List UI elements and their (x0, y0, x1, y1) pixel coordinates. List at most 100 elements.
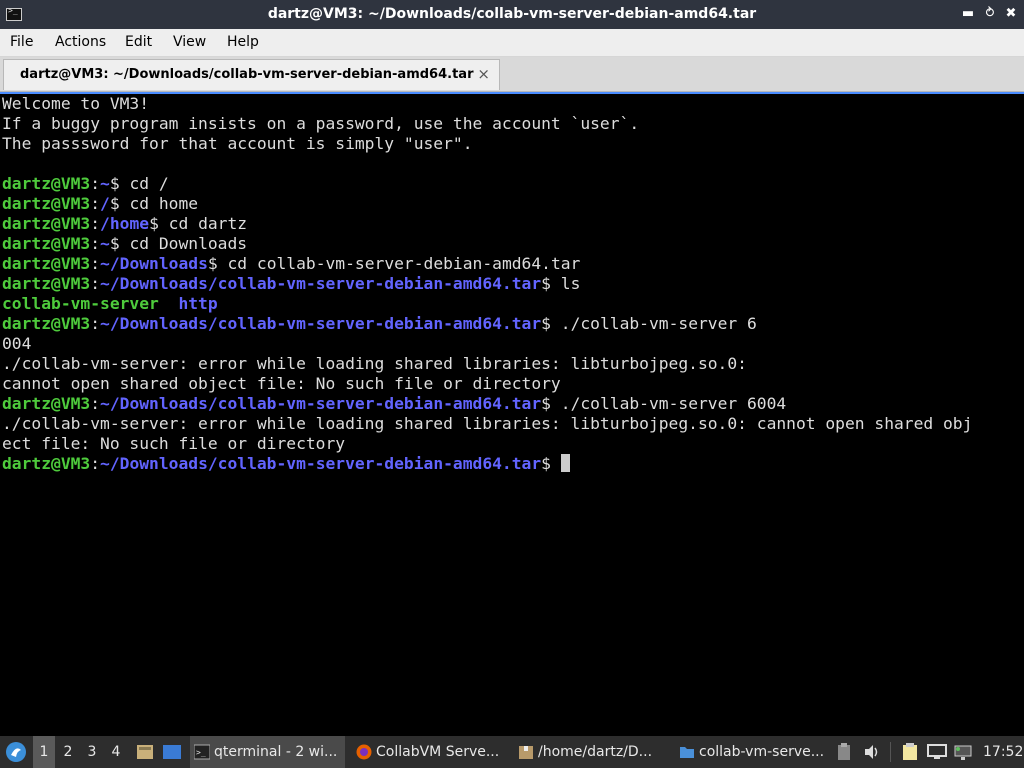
terminal-text-segment: : (90, 234, 101, 253)
terminal-line: dartz@VM3:/$ cd home (2, 194, 1024, 214)
tray-notes[interactable] (899, 736, 921, 768)
terminal-text-segment: : (90, 194, 101, 213)
desktop-2[interactable]: 2 (57, 736, 79, 768)
tray-volume[interactable] (862, 736, 882, 768)
terminal-line: collab-vm-server http (2, 294, 1024, 314)
terminal-text-segment: If a buggy program insists on a password… (2, 114, 640, 133)
task-label: CollabVM Serve... (376, 744, 500, 760)
terminal-line: The passsword for that account is simply… (2, 134, 1024, 154)
terminal-text-segment: $ cd collab-vm-server-debian-amd64.tar (207, 254, 581, 273)
prompt-user: dartz@VM3 (2, 214, 91, 233)
terminal-text-segment: : (90, 174, 101, 193)
menu-help[interactable]: Help (227, 34, 259, 50)
clock[interactable]: 17:52 (983, 736, 1023, 768)
terminal-cursor (560, 454, 570, 472)
prompt-path: / (100, 194, 110, 213)
menu-file[interactable]: File (10, 34, 33, 50)
terminal-text-segment: ./collab-vm-server: error while loading … (2, 414, 973, 433)
task-firefox[interactable]: CollabVM Serve... (352, 736, 507, 768)
terminal-output[interactable]: Welcome to VM3! If a buggy program insist… (0, 92, 1024, 734)
tray-clipboard[interactable] (836, 736, 852, 768)
terminal-text-segment: 004 (2, 334, 32, 353)
tab-label: dartz@VM3: ~/Downloads/collab-vm-server-… (20, 67, 474, 82)
prompt-user: dartz@VM3 (2, 194, 91, 213)
terminal-text-segment: $ (541, 454, 561, 473)
terminal-line: dartz@VM3:/home$ cd dartz (2, 214, 1024, 234)
show-desktop-button[interactable] (134, 736, 156, 768)
desktop-4[interactable]: 4 (105, 736, 127, 768)
menu-edit[interactable]: Edit (125, 34, 152, 50)
prompt-user: dartz@VM3 (2, 394, 91, 413)
tray-network[interactable] (952, 736, 974, 768)
terminal-line: 004 (2, 334, 1024, 354)
prompt-path: ~/Downloads/collab-vm-server-debian-amd6… (100, 274, 542, 293)
archive-icon (519, 746, 533, 759)
terminal-text-segment: $ cd Downloads (109, 234, 248, 253)
task-label: /home/dartz/D... (538, 744, 653, 760)
minimize-icon[interactable]: ▬ (958, 3, 978, 25)
maximize-icon[interactable]: ⥁ (980, 3, 1000, 25)
terminal-tab[interactable]: dartz@VM3: ~/Downloads/collab-vm-server-… (3, 59, 500, 90)
task-qterminal[interactable]: >_ qterminal - 2 wi... (190, 736, 345, 768)
terminal-text-segment: $ cd dartz (149, 214, 248, 233)
terminal-text-segment: cannot open shared object file: No such … (2, 374, 561, 393)
display-icon (927, 744, 947, 759)
menu-actions[interactable]: Actions (55, 34, 106, 50)
task-label: collab-vm-serve... (699, 744, 825, 760)
terminal-line: cannot open shared object file: No such … (2, 374, 1024, 394)
prompt-user: dartz@VM3 (2, 274, 91, 293)
terminal-line: Welcome to VM3! (2, 94, 1024, 114)
terminal-line: ect file: No such file or directory (2, 434, 1024, 454)
terminal-line: ./collab-vm-server: error while loading … (2, 354, 1024, 374)
desktop-3[interactable]: 3 (81, 736, 103, 768)
terminal-text-segment: : (90, 454, 101, 473)
prompt-path: /home (100, 214, 150, 233)
start-menu-button[interactable] (4, 736, 28, 768)
terminal-text-segment: $ ls (541, 274, 581, 293)
window-titlebar[interactable]: dartz@VM3: ~/Downloads/collab-vm-server-… (0, 0, 1024, 29)
terminal-line: dartz@VM3:~$ cd / (2, 174, 1024, 194)
terminal-line: dartz@VM3:~$ cd Downloads (2, 234, 1024, 254)
terminal-line: If a buggy program insists on a password… (2, 114, 1024, 134)
prompt-path: ~ (100, 234, 110, 253)
terminal-text-segment: : (90, 394, 101, 413)
terminal-icon: >_ (194, 744, 210, 760)
task-archive[interactable]: /home/dartz/D... (514, 736, 669, 768)
prompt-user: collab-vm-server (2, 294, 159, 313)
taskbar: 1 2 3 4 >_ qterminal - 2 wi... CollabVM … (0, 736, 1024, 768)
firefox-icon (356, 744, 372, 760)
terminal-text-segment: : (90, 274, 101, 293)
terminal-text-segment: : (90, 214, 101, 233)
prompt-user: dartz@VM3 (2, 454, 91, 473)
task-label: qterminal - 2 wi... (214, 744, 338, 760)
prompt-path: ~/Downloads/collab-vm-server-debian-amd6… (100, 314, 542, 333)
terminal-text-segment: $ cd home (109, 194, 199, 213)
terminal-line: dartz@VM3:~/Downloads/collab-vm-server-d… (2, 394, 1024, 414)
folder-icon (680, 747, 694, 758)
terminal-text-segment: : (90, 254, 101, 273)
tab-bar: dartz@VM3: ~/Downloads/collab-vm-server-… (0, 57, 1024, 92)
window-icon (163, 745, 181, 759)
task-folder[interactable]: collab-vm-serve... (675, 736, 830, 768)
terminal-line: ./collab-vm-server: error while loading … (2, 414, 1024, 434)
notes-icon (903, 743, 917, 760)
quicklaunch-button[interactable] (160, 736, 184, 768)
terminal-text-segment: ./collab-vm-server: error while loading … (2, 354, 747, 373)
prompt-user: dartz@VM3 (2, 234, 91, 253)
prompt-user: dartz@VM3 (2, 254, 91, 273)
terminal-text-segment: $ ./collab-vm-server 6004 (541, 394, 787, 413)
menu-bar: File Actions Edit View Help (0, 29, 1024, 57)
prompt-path: ~ (100, 174, 110, 193)
window-title: dartz@VM3: ~/Downloads/collab-vm-server-… (267, 6, 757, 22)
lxqt-logo-icon (6, 742, 26, 762)
terminal-line: dartz@VM3:~/Downloads/collab-vm-server-d… (2, 314, 1024, 334)
tray-display[interactable] (926, 736, 948, 768)
prompt-user: dartz@VM3 (2, 314, 91, 333)
close-icon[interactable]: ✖ (1001, 3, 1021, 25)
volume-icon (865, 745, 878, 759)
tab-close-icon[interactable]: × (477, 65, 490, 83)
desktop-1[interactable]: 1 (33, 736, 55, 768)
menu-view[interactable]: View (173, 34, 206, 50)
